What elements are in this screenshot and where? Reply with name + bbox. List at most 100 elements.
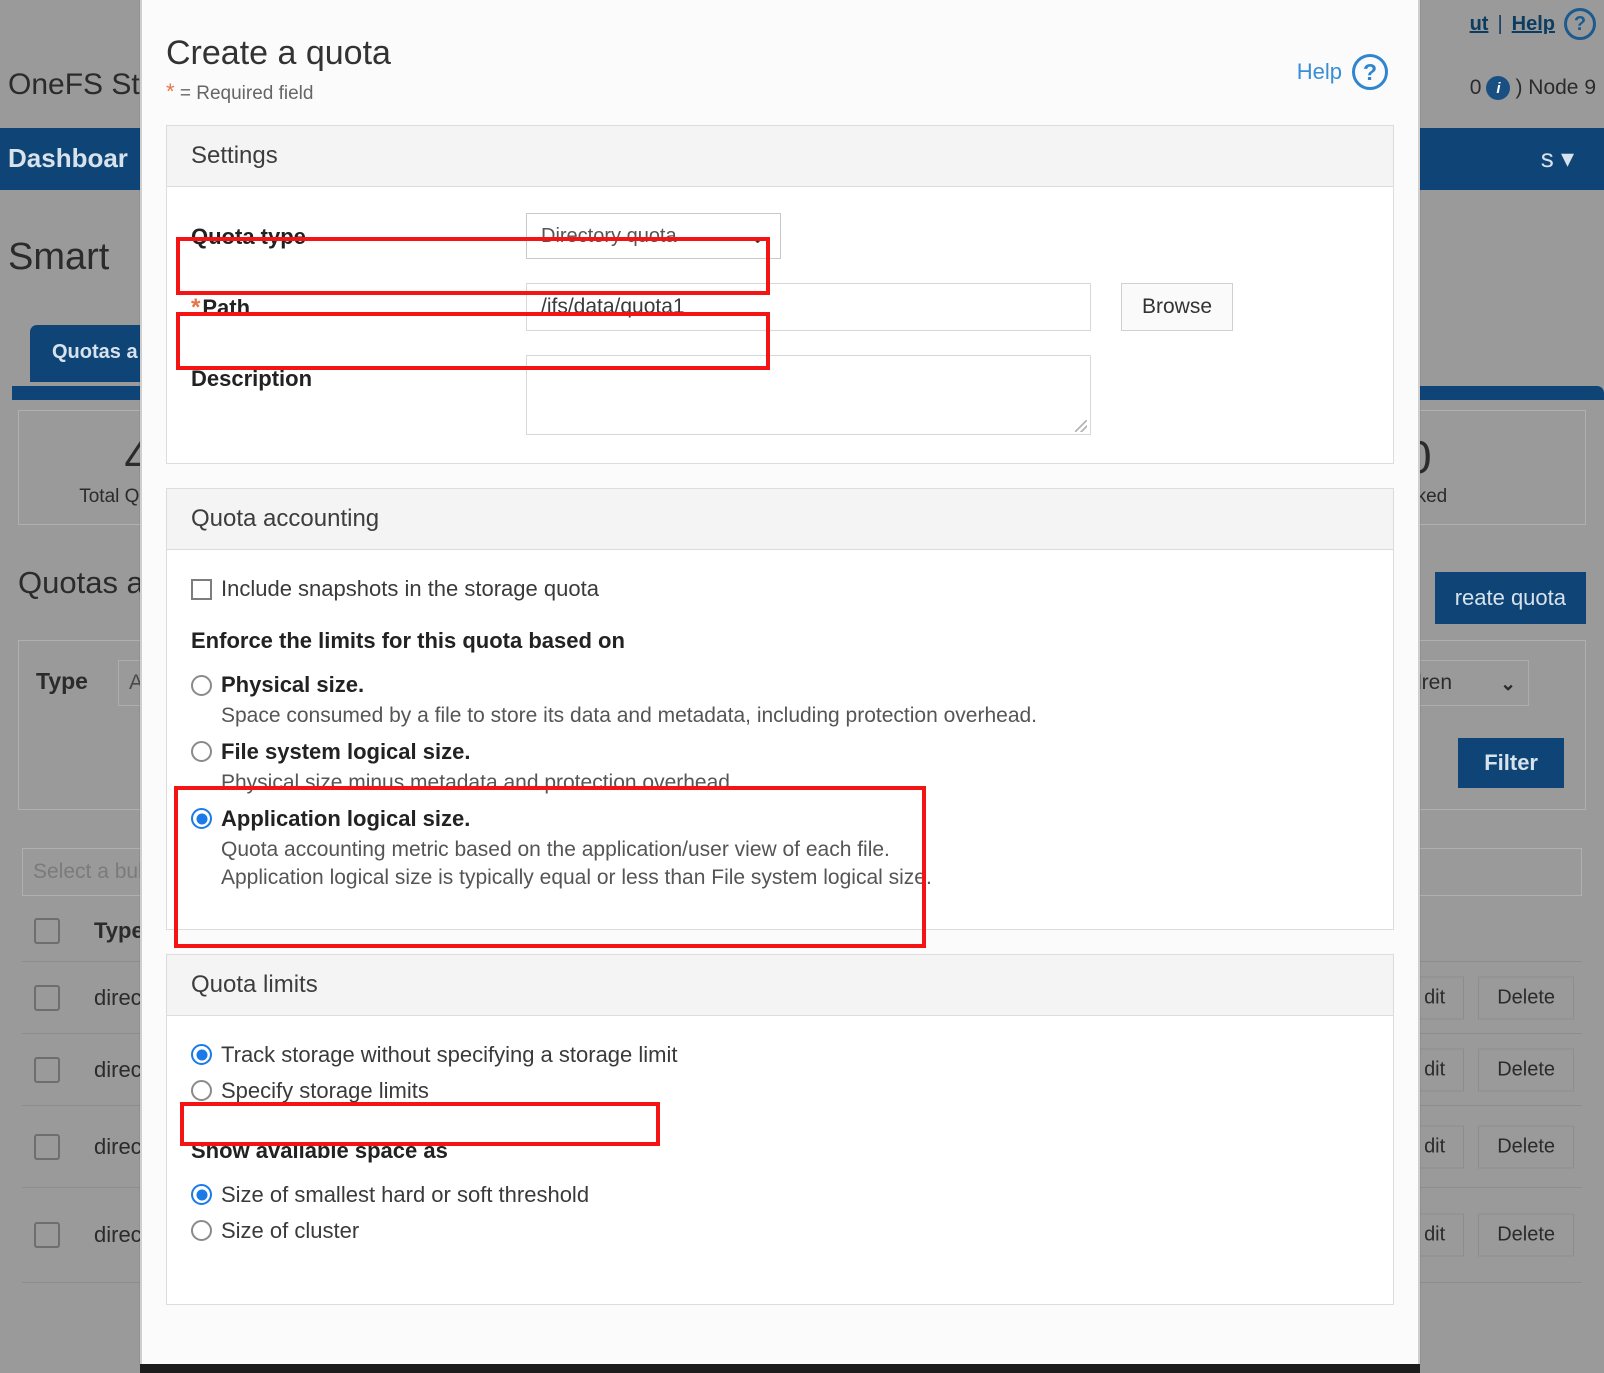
row-actions: dit Delete xyxy=(1405,1125,1574,1168)
delete-button[interactable]: Delete xyxy=(1478,1213,1574,1257)
quota-type-row: Quota type Directory quota ⌄ xyxy=(191,213,1369,259)
dialog-help[interactable]: Help ? xyxy=(1297,54,1388,90)
select-all-checkbox[interactable] xyxy=(34,917,60,944)
stat-linked-label: nked xyxy=(1406,486,1448,507)
create-quota-button[interactable]: reate quota xyxy=(1434,572,1586,624)
description-row: Description xyxy=(191,355,1369,435)
specify-storage-limits-radio[interactable] xyxy=(191,1080,212,1101)
smallest-threshold-option[interactable]: Size of smallest hard or soft threshold xyxy=(191,1182,1369,1208)
size-of-cluster-radio[interactable] xyxy=(191,1220,212,1241)
path-label: *Path xyxy=(191,283,526,322)
delete-button[interactable]: Delete xyxy=(1478,976,1574,1019)
path-row: *Path /ifs/data/quota1 Browse xyxy=(191,283,1369,331)
page-title: Smart xyxy=(8,236,110,278)
filter-button[interactable]: Filter xyxy=(1458,738,1564,788)
fs-logical-desc-line: Physical size minus metadata and protect… xyxy=(221,770,736,794)
column-header-type: Type xyxy=(94,917,144,943)
quota-accounting-body: Include snapshots in the storage quota E… xyxy=(167,550,1393,929)
description-label: Description xyxy=(191,366,313,391)
description-textarea[interactable] xyxy=(526,355,1091,435)
info-icon: i xyxy=(1486,76,1511,100)
delete-button[interactable]: Delete xyxy=(1478,1125,1574,1168)
quota-type-select[interactable]: Directory quota ⌄ xyxy=(526,213,781,259)
quota-limits-panel: Quota limits Track storage without speci… xyxy=(166,953,1394,1305)
required-star-icon: * xyxy=(166,79,175,104)
include-snapshots-label: Include snapshots in the storage quota xyxy=(221,576,599,601)
specify-limits-option[interactable]: Specify storage limits xyxy=(191,1078,1369,1104)
include-snapshots-checkbox[interactable] xyxy=(191,578,212,600)
background-node-info: 0 i ) Node 9 xyxy=(1470,76,1596,100)
accounting-option-filesystem[interactable]: File system logical size. Physical size … xyxy=(191,739,1369,797)
help-circle-icon[interactable]: ? xyxy=(1564,8,1596,40)
include-snapshots-row[interactable]: Include snapshots in the storage quota xyxy=(191,576,1369,602)
track-storage-label: Track storage without specifying a stora… xyxy=(221,1041,678,1067)
row-checkbox[interactable] xyxy=(34,1056,60,1083)
nav-right-label: s xyxy=(1540,143,1554,173)
application-logical-size-label: Application logical size. xyxy=(221,805,471,831)
quota-type-value: Directory quota xyxy=(541,224,677,247)
product-title: OneFS Sto xyxy=(8,68,157,101)
physical-size-radio[interactable] xyxy=(191,674,212,696)
path-input[interactable]: /ifs/data/quota1 xyxy=(526,283,1091,331)
filter-type-label: Type xyxy=(36,668,88,694)
track-storage-radio[interactable] xyxy=(191,1044,212,1065)
browse-button[interactable]: Browse xyxy=(1121,283,1234,331)
row-actions: dit Delete xyxy=(1405,976,1574,1019)
background-top-links: ut | Help ? xyxy=(1470,8,1596,40)
app-logical-desc-line-1: Quota accounting metric based on the app… xyxy=(221,837,890,861)
row-checkbox[interactable] xyxy=(34,984,60,1011)
app-logical-desc-line-2: Application logical size is typically eq… xyxy=(221,865,932,889)
stat-total-label: Total Qu xyxy=(79,486,150,507)
settings-panel: Settings Quota type Directory quota ⌄ *P… xyxy=(166,125,1394,464)
dialog-header: Create a quota * = Required field Help ? xyxy=(142,0,1418,125)
dialog-title: Create a quota xyxy=(166,34,391,72)
quota-limits-heading: Quota limits xyxy=(167,954,1393,1016)
create-quota-dialog: Create a quota * = Required field Help ?… xyxy=(140,0,1420,1364)
quota-type-label: Quota type xyxy=(191,224,306,249)
row-checkbox[interactable] xyxy=(34,1133,60,1160)
size-of-smallest-threshold-label: Size of smallest hard or soft threshold xyxy=(221,1181,590,1207)
quota-accounting-heading: Quota accounting xyxy=(167,489,1393,550)
screen: OneFS Sto ut | Help ? 0 i ) Node 9 Dashb… xyxy=(0,0,1604,1373)
chevron-down-icon: ⌄ xyxy=(749,225,766,248)
size-of-cluster-option[interactable]: Size of cluster xyxy=(191,1218,1369,1244)
path-input-value: /ifs/data/quota1 xyxy=(541,295,685,318)
resize-grip-icon[interactable] xyxy=(1075,420,1087,432)
stat-total-quotas: 4 Total Qu xyxy=(0,430,150,508)
help-circle-icon[interactable]: ? xyxy=(1352,54,1388,90)
stat-total-value: 4 xyxy=(124,431,150,483)
physical-size-label: Physical size. xyxy=(221,672,365,697)
quota-limits-body: Track storage without specifying a stora… xyxy=(167,1016,1393,1304)
row-actions: dit Delete xyxy=(1405,1213,1574,1257)
track-storage-option[interactable]: Track storage without specifying a stora… xyxy=(191,1042,1369,1068)
node-count: 0 xyxy=(1469,76,1482,99)
help-link[interactable]: Help xyxy=(1512,13,1555,36)
application-logical-size-radio[interactable] xyxy=(191,808,212,830)
stat-linked-quotas: 0 nked xyxy=(1406,430,1586,508)
path-label-text: Path xyxy=(202,295,251,320)
required-field-note: * = Required field xyxy=(166,79,313,105)
row-actions: dit Delete xyxy=(1405,1048,1574,1091)
stat-linked-value: 0 xyxy=(1406,430,1586,484)
accounting-option-application[interactable]: Application logical size. Quota accounti… xyxy=(191,806,1369,892)
enforce-limits-label: Enforce the limits for this quota based … xyxy=(191,628,625,653)
settings-heading: Settings xyxy=(167,126,1393,187)
quota-accounting-panel: Quota accounting Include snapshots in th… xyxy=(166,488,1394,930)
available-space-label: Show available space as xyxy=(191,1137,448,1163)
row-checkbox[interactable] xyxy=(34,1222,60,1248)
size-of-smallest-threshold-radio[interactable] xyxy=(191,1184,212,1205)
size-of-cluster-label: Size of cluster xyxy=(221,1217,360,1243)
required-field-text: = Required field xyxy=(179,83,314,104)
bulk-action-placeholder: Select a bul xyxy=(33,860,143,883)
file-system-logical-size-radio[interactable] xyxy=(191,741,212,763)
delete-button[interactable]: Delete xyxy=(1478,1048,1574,1091)
nav-item-right-menu[interactable]: s ▾ xyxy=(1541,143,1574,174)
physical-size-desc-line: Space consumed by a file to store its da… xyxy=(221,704,1038,727)
physical-size-description: Space consumed by a file to store its da… xyxy=(221,703,1369,730)
accounting-option-physical[interactable]: Physical size. Space consumed by a file … xyxy=(191,672,1369,730)
application-logical-size-description: Quota accounting metric based on the app… xyxy=(221,837,1369,892)
logout-link[interactable]: ut xyxy=(1470,13,1489,36)
nav-item-dashboard[interactable]: Dashboar xyxy=(8,143,128,174)
chevron-down-icon: ▾ xyxy=(1560,143,1574,173)
file-system-logical-size-description: Physical size minus metadata and protect… xyxy=(221,770,1369,797)
